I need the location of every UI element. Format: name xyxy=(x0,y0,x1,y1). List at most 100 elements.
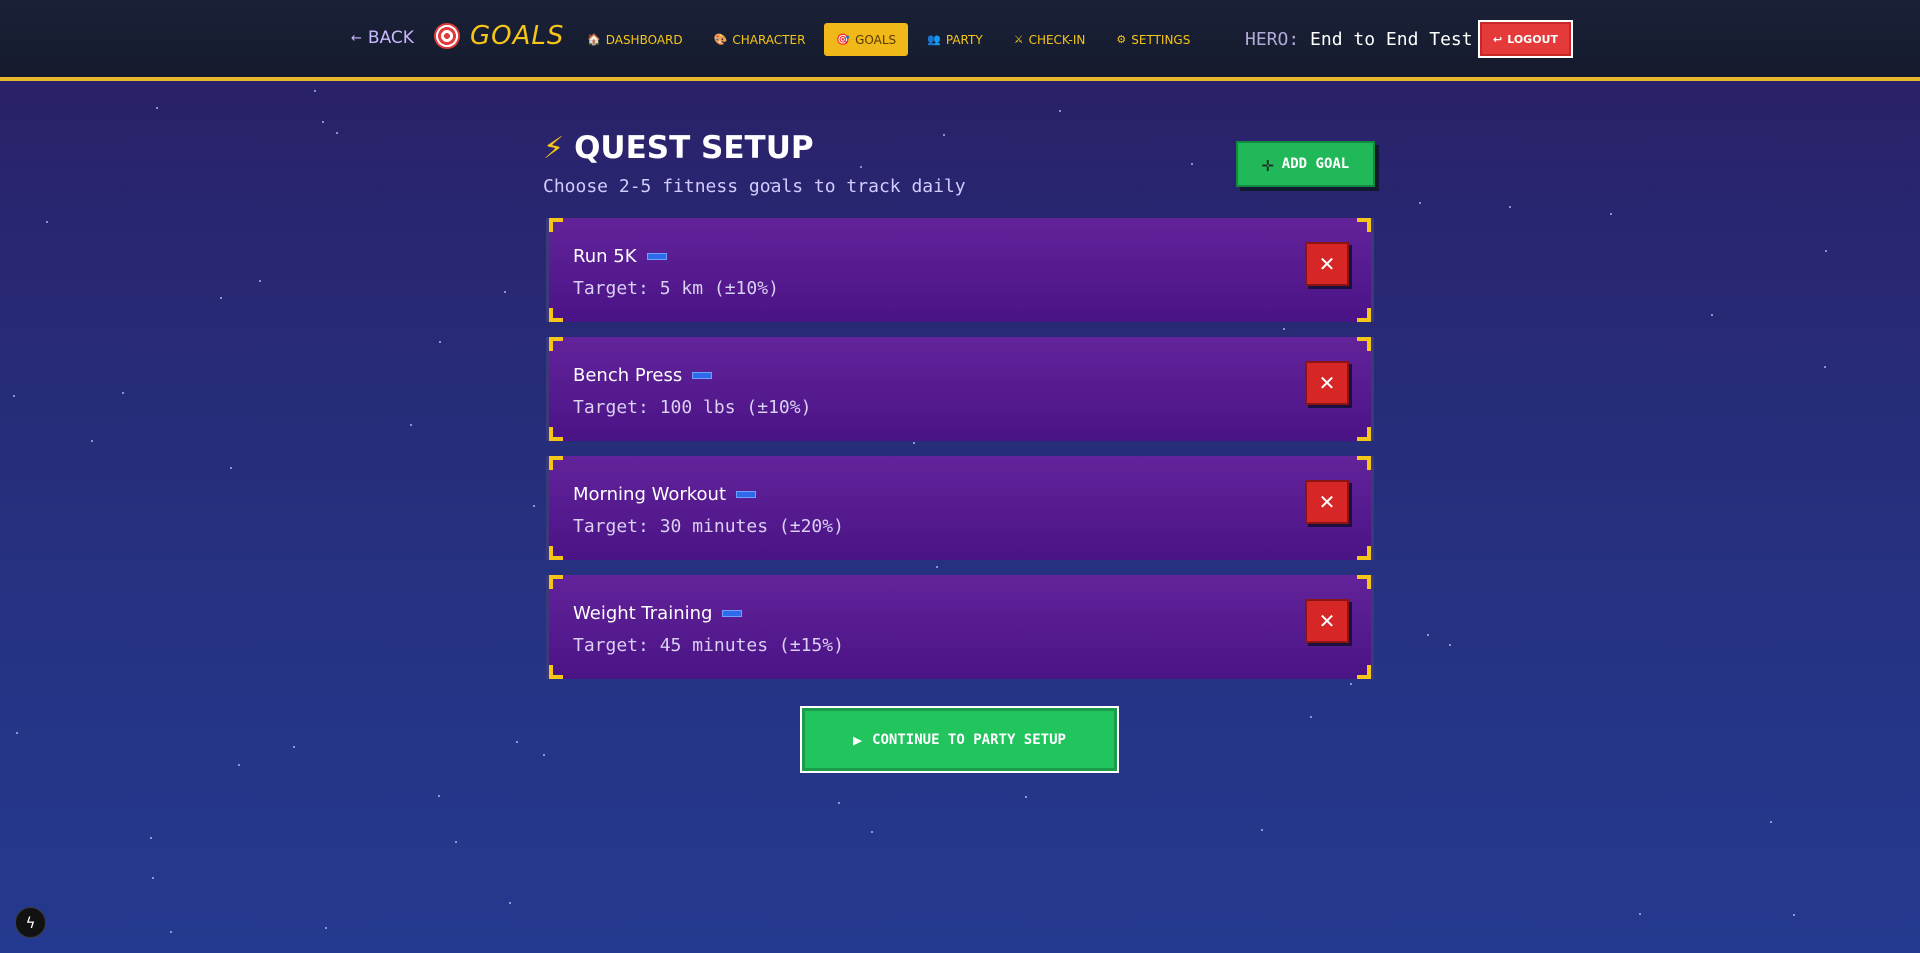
star xyxy=(1419,202,1421,204)
goal-list: Run 5K Target: 5 km (±10%) ✕ Bench Press Tar… xyxy=(546,218,1374,694)
lightning-corner-button[interactable]: ϟ xyxy=(15,907,46,938)
star xyxy=(150,837,152,839)
remove-goal-button[interactable]: ✕ xyxy=(1305,599,1349,643)
nav-item-label: GOALS xyxy=(855,32,897,47)
people-icon: 👥 xyxy=(927,33,941,46)
star xyxy=(509,902,511,904)
plus-icon: ✛ xyxy=(1261,152,1274,176)
remove-goal-button[interactable]: ✕ xyxy=(1305,242,1349,286)
nav-item-dashboard[interactable]: 🏠 DASHBOARD xyxy=(575,23,695,56)
continue-to-party-setup-button[interactable]: ▶ CONTINUE TO PARTY SETUP xyxy=(800,706,1119,773)
card-corner-bracket xyxy=(549,665,563,679)
goal-name-row: Weight Training xyxy=(573,603,743,624)
card-corner-bracket xyxy=(1357,575,1371,589)
gear-icon: ⚙ xyxy=(1116,33,1127,46)
hero-name: End to End Test xyxy=(1310,29,1473,50)
target-icon: 🎯 xyxy=(836,33,851,46)
star xyxy=(838,802,840,804)
card-corner-bracket xyxy=(549,427,563,441)
star xyxy=(516,741,518,743)
star xyxy=(1711,314,1713,316)
logout-button-inner: ↩ LOGOUT xyxy=(1482,24,1569,54)
nav-item-character[interactable]: 🎨 CHARACTER xyxy=(702,23,818,56)
star xyxy=(16,732,18,734)
star xyxy=(230,467,232,469)
goal-tag-badge xyxy=(692,372,713,379)
remove-goal-button[interactable]: ✕ xyxy=(1305,480,1349,524)
goal-name-row: Morning Workout xyxy=(573,484,757,505)
hero-label: HERO: xyxy=(1245,29,1300,50)
play-icon: ▶ xyxy=(853,730,863,749)
add-goal-label: ADD GOAL xyxy=(1281,156,1350,172)
star xyxy=(410,424,412,426)
card-corner-bracket xyxy=(549,337,563,351)
logout-label: LOGOUT xyxy=(1507,32,1558,46)
back-label: BACK xyxy=(367,28,414,48)
goal-name-row: Bench Press xyxy=(573,365,713,386)
star xyxy=(533,505,535,507)
star xyxy=(170,931,172,933)
star xyxy=(1427,634,1429,636)
star xyxy=(1509,206,1511,208)
star xyxy=(122,392,124,394)
star xyxy=(1025,796,1027,798)
nav-item-party[interactable]: 👥 PARTY xyxy=(915,23,995,56)
close-icon: ✕ xyxy=(1318,609,1336,633)
goal-name: Run 5K xyxy=(573,246,637,267)
title-block: ⚡ QUEST SETUP Choose 2-5 fitness goals t… xyxy=(543,130,966,197)
add-goal-button[interactable]: ✛ ADD GOAL xyxy=(1236,141,1375,187)
continue-label: CONTINUE TO PARTY SETUP xyxy=(872,731,1066,748)
goal-target: Target: 45 minutes (±15%) xyxy=(573,635,844,656)
star xyxy=(322,121,324,123)
brand-title: GOALS xyxy=(470,21,565,51)
card-corner-bracket xyxy=(549,218,563,232)
close-icon: ✕ xyxy=(1318,371,1336,395)
goal-name-row: Run 5K xyxy=(573,246,667,267)
logout-button[interactable]: ↩ LOGOUT xyxy=(1478,20,1573,58)
star xyxy=(504,291,506,293)
goal-target: Target: 30 minutes (±20%) xyxy=(573,516,844,537)
goal-card: Weight Training Target: 45 minutes (±15%)… xyxy=(546,575,1374,679)
star xyxy=(1059,110,1061,112)
card-corner-bracket xyxy=(549,575,563,589)
goal-tag-badge xyxy=(646,253,667,260)
goal-card: Bench Press Target: 100 lbs (±10%) ✕ xyxy=(546,337,1374,441)
star xyxy=(871,831,873,833)
remove-goal-button[interactable]: ✕ xyxy=(1305,361,1349,405)
nav-item-check-in[interactable]: ⚔ CHECK-IN xyxy=(1002,23,1098,56)
goal-name: Morning Workout xyxy=(573,484,727,505)
house-icon: 🏠 xyxy=(587,33,601,46)
nav-item-settings[interactable]: ⚙ SETTINGS xyxy=(1104,23,1202,56)
star xyxy=(1770,821,1772,823)
main-nav: 🏠 DASHBOARD 🎨 CHARACTER 🎯 GOALS 👥 PARTY ⚔ CHECK-I… xyxy=(575,23,1202,56)
top-navigation-bar: ← BACK GOALS 🏠 DASHBOARD 🎨 CHARACTER 🎯 GOALS 👥… xyxy=(0,0,1920,81)
star xyxy=(1639,913,1641,915)
hero-display: HERO: End to End Test xyxy=(1245,29,1473,50)
star xyxy=(1449,644,1451,646)
goal-tag-badge xyxy=(736,491,757,498)
card-corner-bracket xyxy=(549,308,563,322)
close-icon: ✕ xyxy=(1318,252,1336,276)
star xyxy=(1793,914,1795,916)
nav-item-goals[interactable]: 🎯 GOALS xyxy=(824,23,909,56)
continue-button-inner: ▶ CONTINUE TO PARTY SETUP xyxy=(805,711,1114,768)
card-corner-bracket xyxy=(549,546,563,560)
star xyxy=(336,132,338,134)
star xyxy=(259,280,261,282)
star xyxy=(1261,829,1263,831)
star xyxy=(46,221,48,223)
star xyxy=(1191,163,1193,165)
nav-item-label: PARTY xyxy=(945,32,983,47)
nav-item-label: SETTINGS xyxy=(1131,32,1191,47)
lightning-icon: ⚡ xyxy=(543,130,565,166)
back-button[interactable]: ← BACK xyxy=(351,28,414,48)
star xyxy=(1824,366,1826,368)
star xyxy=(314,90,316,92)
page-brand: GOALS xyxy=(434,21,564,51)
nav-item-label: CHECK-IN xyxy=(1028,32,1086,47)
goal-target: Target: 5 km (±10%) xyxy=(573,278,779,299)
page-subtitle: Choose 2-5 fitness goals to track daily xyxy=(543,176,966,197)
star xyxy=(220,297,222,299)
card-corner-bracket xyxy=(549,456,563,470)
card-corner-bracket xyxy=(1357,456,1371,470)
